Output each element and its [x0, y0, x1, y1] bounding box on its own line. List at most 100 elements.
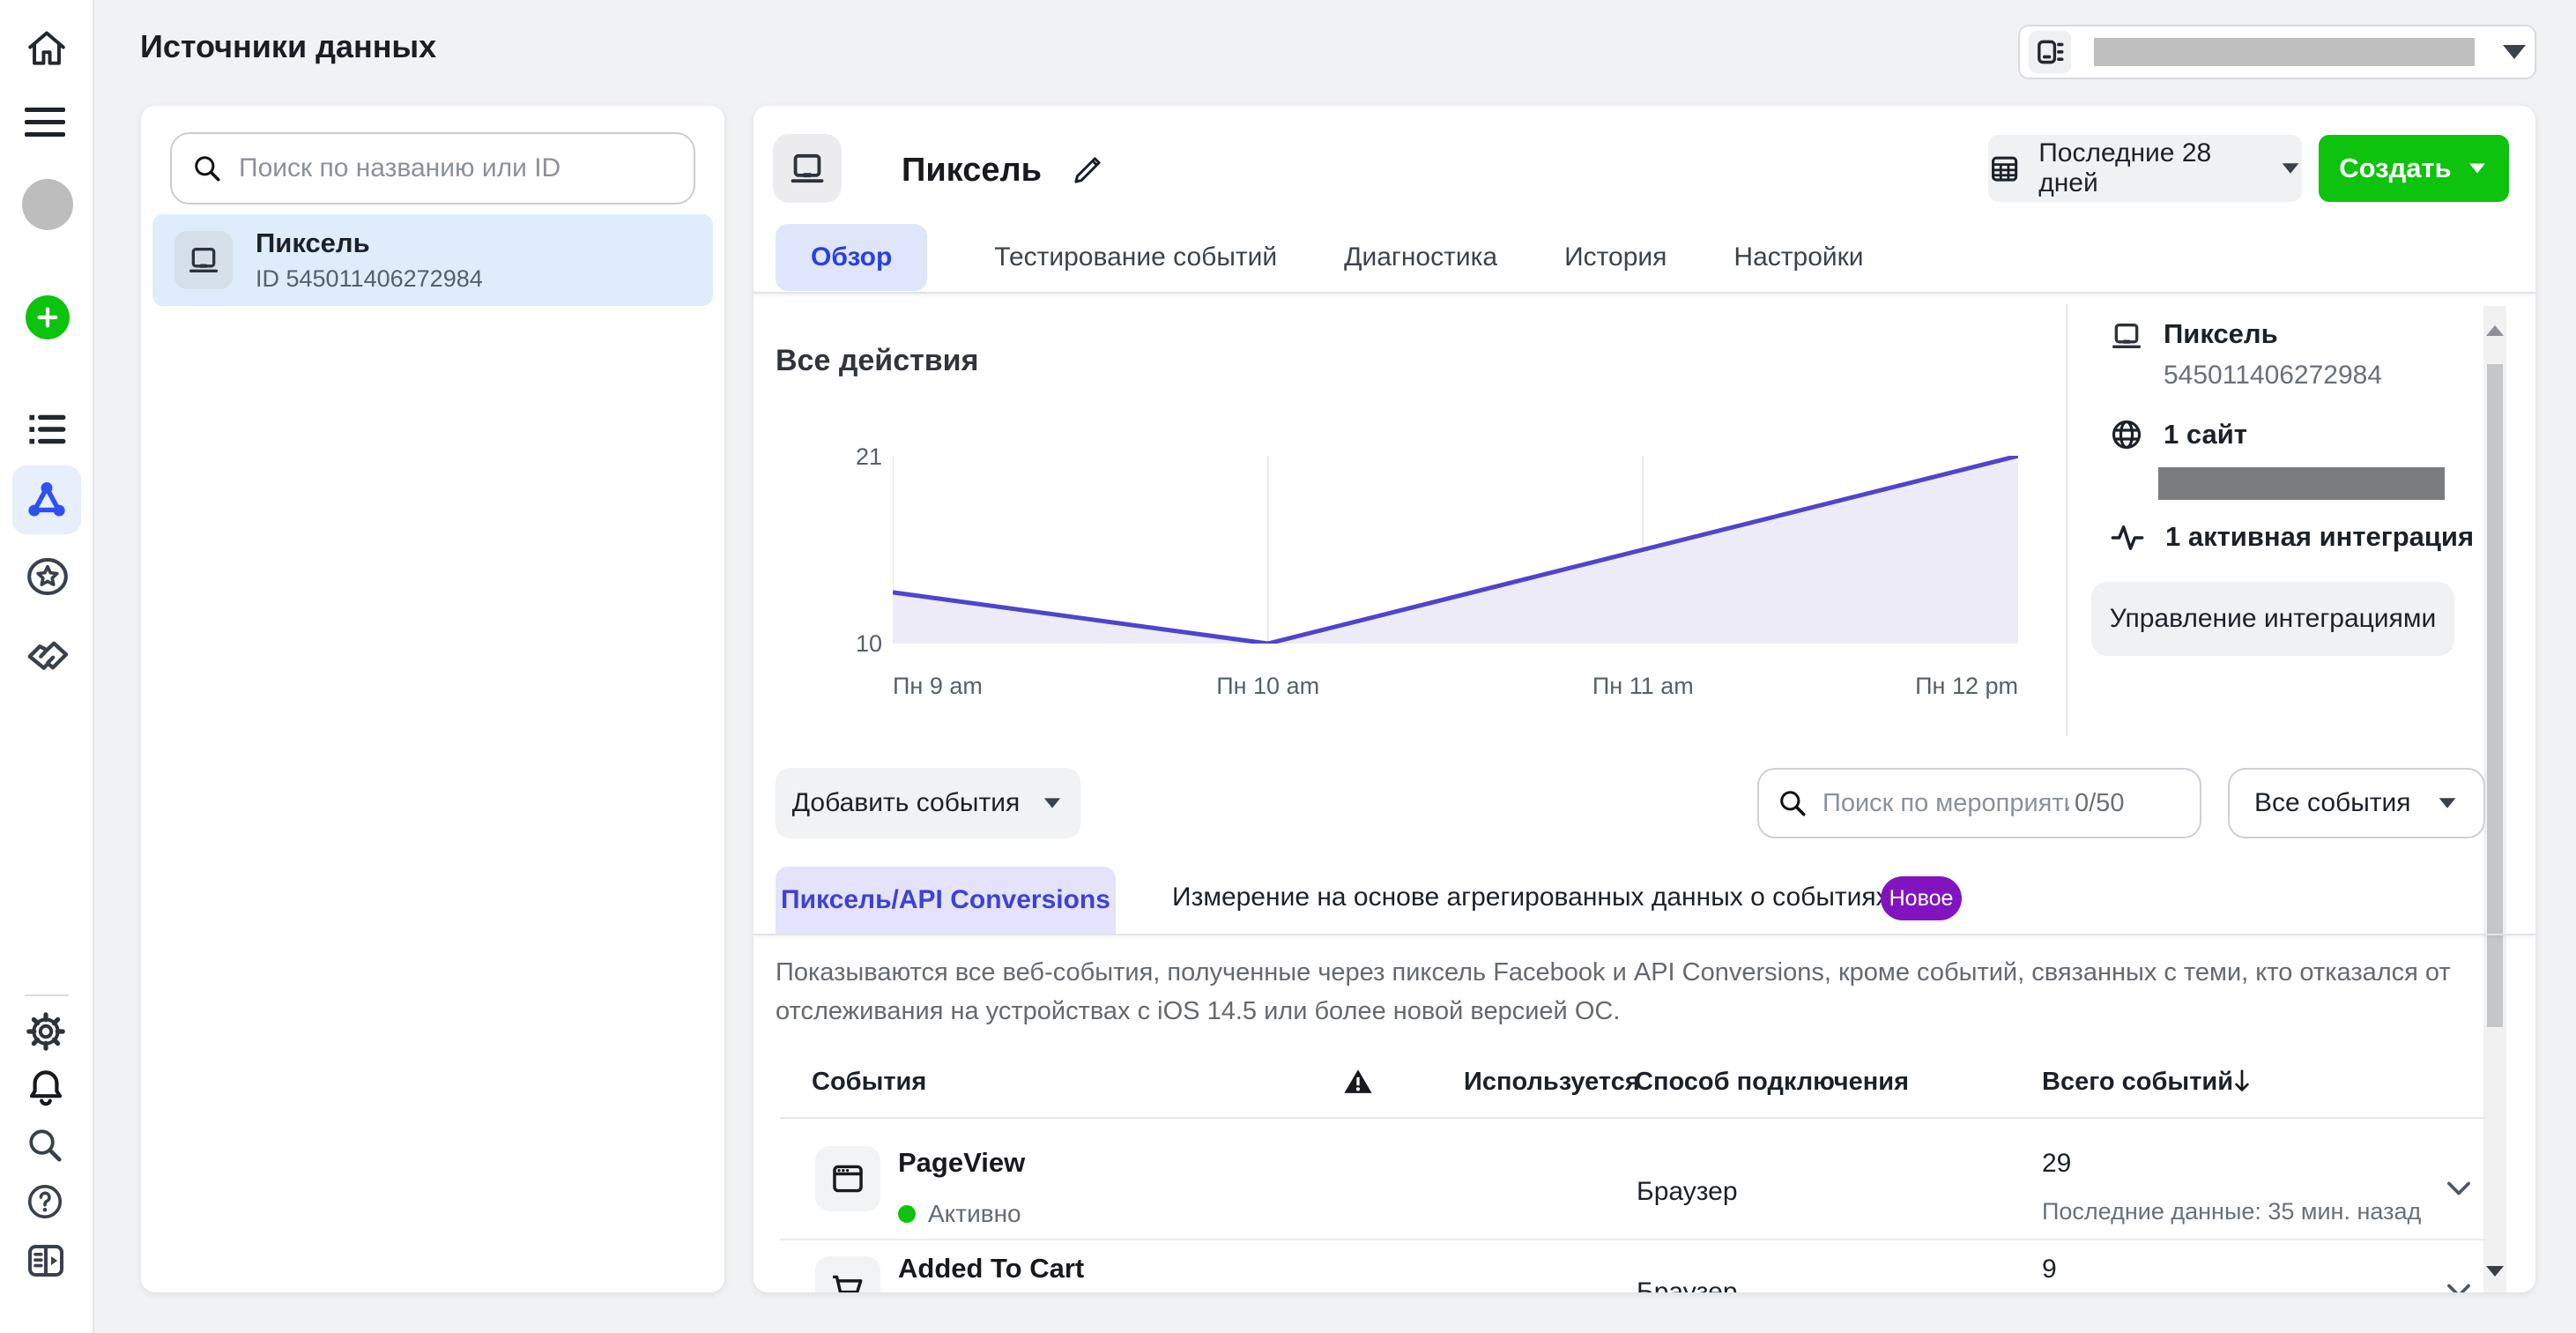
globe-icon — [2109, 417, 2144, 452]
event-name: Added To Cart — [898, 1253, 1084, 1285]
events-filter-dropdown[interactable]: Все события — [2228, 768, 2485, 838]
tab-history[interactable]: История — [1564, 242, 1667, 272]
page-title: Источники данных — [140, 28, 436, 65]
sources-search — [170, 132, 695, 205]
laptop-icon — [186, 242, 221, 278]
connection-method: Браузер — [1637, 1177, 1738, 1207]
menu-icon[interactable] — [25, 108, 65, 137]
events-filter-label: Все события — [2254, 788, 2411, 818]
info-pixel-row: Пиксель 545011406272984 — [2109, 318, 2382, 391]
view-tabs-divider — [753, 934, 2535, 935]
pixel-icon-box — [174, 231, 233, 289]
sort-descending-icon[interactable] — [2227, 1066, 2257, 1096]
tab-test-events[interactable]: Тестирование событий — [994, 242, 1277, 272]
account-name-redacted — [2094, 38, 2475, 66]
create-plus-icon[interactable] — [26, 295, 70, 339]
total-events: 9 — [2042, 1255, 2057, 1285]
edit-pencil-icon[interactable] — [1069, 152, 1106, 189]
account-switcher[interactable] — [2018, 25, 2536, 79]
chevron-down-icon — [2439, 798, 2456, 808]
new-badge: Новое — [1881, 876, 1962, 920]
avatar[interactable] — [22, 179, 73, 230]
sources-search-input[interactable] — [239, 153, 694, 183]
x-axis-tick: Пн 12 pm — [1915, 673, 2018, 700]
chevron-down-icon — [2469, 164, 2485, 174]
event-icon-box — [815, 1146, 880, 1211]
status-dot-active — [898, 1205, 916, 1223]
search-icon[interactable] — [25, 1125, 65, 1165]
status-label: Активно — [928, 1200, 1021, 1228]
tab-diagnostics[interactable]: Диагностика — [1344, 242, 1497, 272]
collapse-panel-icon[interactable] — [25, 1240, 67, 1282]
info-pixel-id: 545011406272984 — [2164, 361, 2382, 391]
info-integrations-row: 1 активная интеграция — [2109, 519, 2474, 556]
col-header-total[interactable]: Всего событий — [2042, 1068, 2233, 1097]
chart-title: Все действия — [776, 344, 978, 378]
x-axis-tick: Пн 9 am — [893, 673, 983, 700]
data-sources-icon — [25, 478, 69, 522]
settings-icon[interactable] — [25, 1010, 67, 1053]
info-pixel-name: Пиксель — [2164, 318, 2382, 350]
pixel-title: Пиксель — [902, 152, 1042, 190]
y-axis-tick-min: 10 — [829, 630, 882, 658]
event-search-input[interactable] — [1823, 789, 2069, 818]
table-header-divider — [780, 1117, 2485, 1119]
col-header-connection[interactable]: Способ подключения — [1635, 1068, 1909, 1097]
browser-window-icon — [828, 1159, 867, 1198]
info-sites-row: 1 сайт — [2109, 417, 2247, 452]
chart-info-divider — [2066, 304, 2067, 736]
x-axis-tick: Пн 10 am — [1216, 673, 1319, 700]
chevron-down-icon — [2283, 163, 2299, 174]
date-range-button[interactable]: Последние 28 дней — [1988, 135, 2302, 202]
total-events: 29 — [2042, 1149, 2071, 1179]
event-icon-box — [815, 1256, 880, 1292]
search-char-counter: 0/50 — [2075, 789, 2124, 818]
tab-overview[interactable]: Обзор — [776, 224, 927, 291]
search-icon — [191, 153, 223, 184]
create-label: Создать — [2339, 153, 2451, 184]
lists-icon[interactable] — [25, 407, 69, 451]
help-icon[interactable] — [25, 1181, 65, 1222]
tab-settings[interactable]: Настройки — [1733, 242, 1863, 272]
tab-aggregated-event-measurement[interactable]: Измерение на основе агрегированных данны… — [1172, 882, 1889, 912]
x-axis-tick: Пн 11 am — [1592, 673, 1694, 700]
last-data-received: Последние данные: 35 мин. назад — [2042, 1198, 2421, 1225]
inner-scrollbar[interactable] — [2483, 306, 2506, 1292]
create-button[interactable]: Создать — [2319, 135, 2509, 202]
laptop-icon — [787, 148, 828, 189]
partners-icon[interactable] — [25, 631, 73, 680]
home-icon[interactable] — [25, 26, 69, 71]
chevron-down-icon — [1044, 798, 1060, 808]
source-list-item-pixel[interactable]: Пиксель ID 545011406272984 — [152, 214, 713, 306]
expand-row-chevron-icon[interactable] — [2442, 1274, 2476, 1292]
col-header-events[interactable]: События — [812, 1068, 926, 1097]
add-events-button[interactable]: Добавить события — [776, 768, 1080, 838]
col-header-used[interactable]: Используется — [1464, 1068, 1640, 1097]
manage-integrations-button[interactable]: Управление интеграциями — [2091, 582, 2454, 656]
tab-pixel-api-conversions[interactable]: Пиксель/API Conversions — [776, 867, 1116, 934]
table-row-divider — [780, 1239, 2485, 1240]
scrollbar-thumb[interactable] — [2487, 364, 2503, 1027]
expand-row-chevron-icon[interactable] — [2442, 1172, 2476, 1205]
all-activity-area-chart — [893, 456, 2018, 644]
connection-method: Браузер — [1637, 1277, 1738, 1292]
search-icon — [1777, 787, 1808, 819]
pixel-tabs: Обзор Тестирование событий Диагностика И… — [776, 223, 1864, 292]
notifications-icon[interactable] — [25, 1067, 67, 1109]
pulse-icon — [2109, 519, 2146, 556]
sidebar-item-data-sources[interactable] — [12, 465, 81, 534]
integration-count: 1 активная интеграция — [2165, 521, 2474, 553]
calendar-icon — [1988, 151, 2021, 186]
left-nav-rail — [0, 0, 94, 1333]
event-name: PageView — [898, 1147, 1025, 1179]
portfolio-icon-box — [2029, 31, 2071, 73]
source-id: ID 545011406272984 — [256, 265, 483, 293]
events-description: Показываются все веб-события, полученные… — [776, 953, 2459, 1031]
pixel-icon-box — [773, 134, 842, 203]
scrollbar-up-arrow[interactable] — [2486, 325, 2504, 336]
data-sources-list-panel: Пиксель ID 545011406272984 — [141, 106, 724, 1292]
scrollbar-down-arrow[interactable] — [2486, 1266, 2504, 1277]
favorites-icon[interactable] — [25, 554, 71, 599]
chevron-down-icon — [2503, 45, 2526, 59]
pixel-detail-panel: Пиксель Последние 28 дней Создать Обзор … — [753, 106, 2535, 1292]
